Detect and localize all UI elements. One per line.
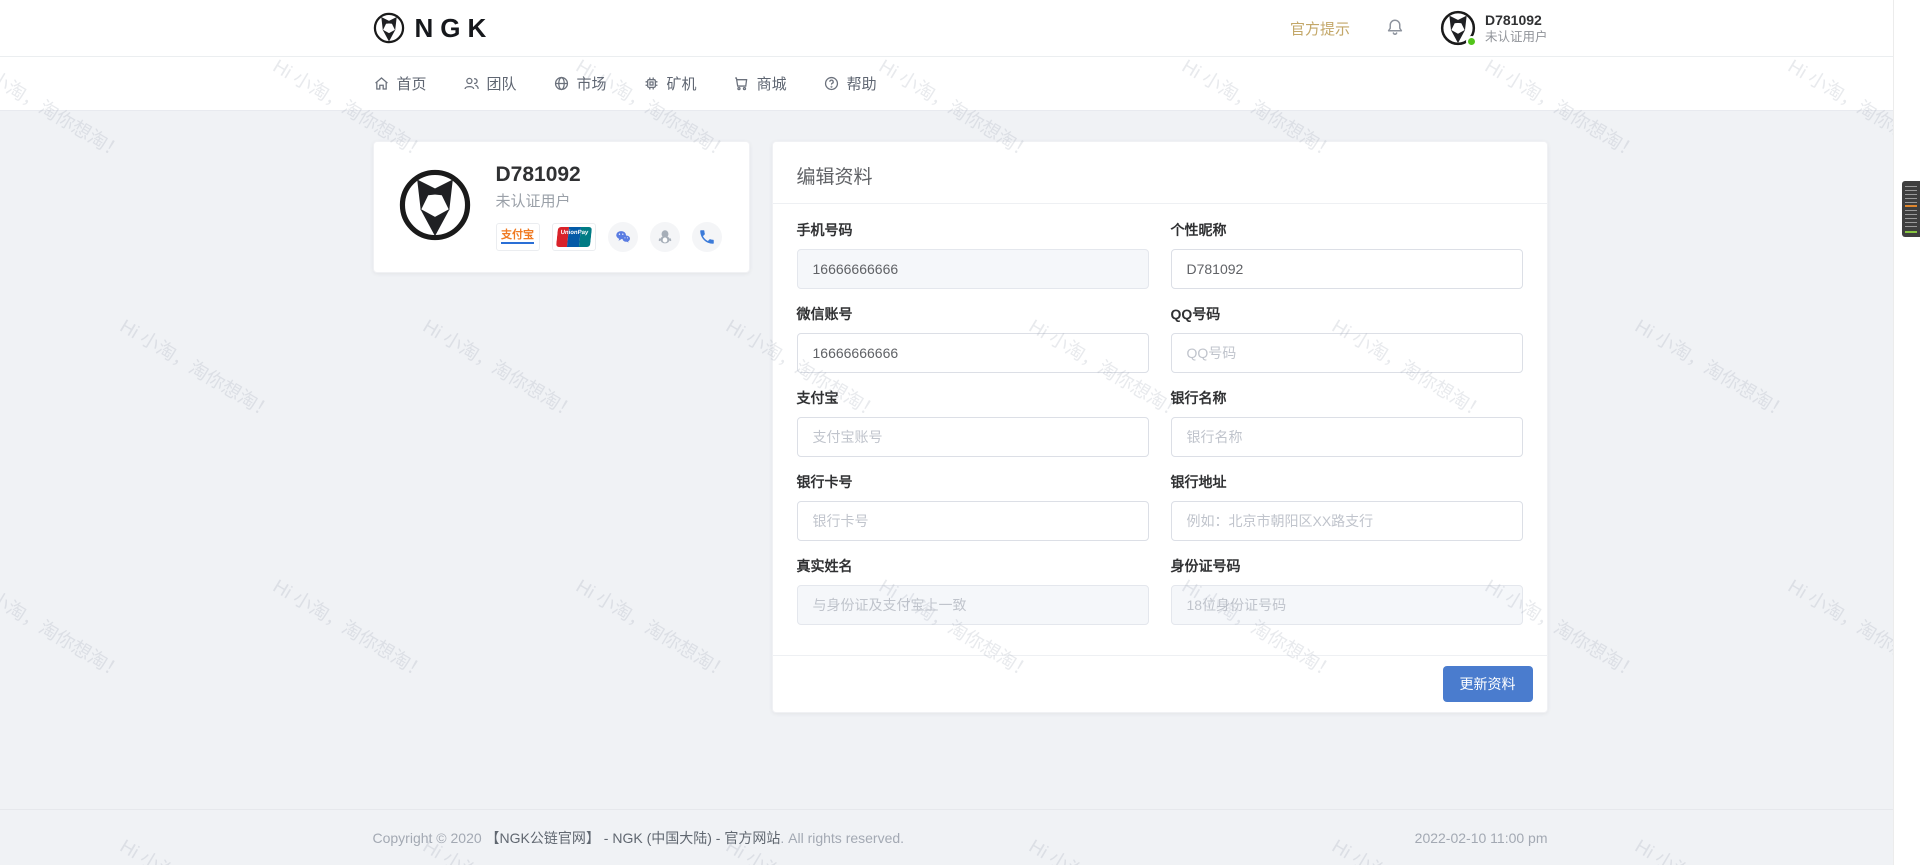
wechat-input[interactable] [796,333,1149,373]
footer-brand-link[interactable]: 【NGK公链官网】 [486,830,600,846]
minimap-lines [1905,186,1917,228]
bell-icon[interactable] [1384,17,1406,39]
wechat-icon [607,221,638,252]
field-label-bank-card: 银行卡号 [796,474,853,490]
qq-input[interactable] [1170,333,1523,373]
alipay-icon: 支付宝 [495,222,540,251]
nav-label: 矿机 [666,76,697,93]
profile-name: D781092 [495,162,581,186]
field-label-bank-name: 银行名称 [1170,390,1227,406]
online-status-dot [1465,36,1477,47]
field-label-wechat: 微信账号 [796,306,853,322]
bank-address-input[interactable] [1170,501,1523,541]
unionpay-icon: UnionPay [551,222,596,251]
field-label-qq: QQ号码 [1170,306,1221,322]
avatar [1440,10,1477,47]
official-tip-link[interactable]: 官方提示 [1290,18,1350,39]
field-bank-name: 银行名称 [1170,388,1523,457]
nickname-input[interactable] [1170,249,1523,289]
user-status: 未认证用户 [1484,29,1548,44]
copyright-text: Copyright © 2020 【NGK公链官网】 - NGK (中国大陆) … [373,828,905,848]
real-name-input [796,585,1149,625]
field-label-id-number: 身份证号码 [1170,558,1241,574]
minimap-highlight-green [1905,231,1917,233]
field-bank-address: 银行地址 [1170,472,1523,541]
field-label-bank-address: 银行地址 [1170,474,1227,490]
bank-card-input[interactable] [796,501,1149,541]
top-header: NGK 官方提示 D781092 未认证用户 [0,0,1920,57]
field-nickname: 个性昵称 [1170,220,1523,289]
edit-profile-card: 编辑资料 手机号码 个性昵称 微信账号 [771,141,1548,713]
field-label-nickname: 个性昵称 [1170,222,1227,238]
copyright-prefix: Copyright © 2020 [372,829,486,846]
user-name: D781092 [1484,11,1542,28]
bank-name-input[interactable] [1170,417,1523,457]
help-icon [824,76,838,91]
nav-label: 商城 [756,76,787,93]
field-wechat: 微信账号 [796,304,1149,373]
nav-item-market[interactable]: 市场 [553,73,607,94]
nav-item-team[interactable]: 团队 [463,73,517,94]
scrollbar-track[interactable] [1893,0,1920,865]
field-id-number: 身份证号码 [1170,556,1523,625]
field-alipay: 支付宝 [796,388,1149,457]
field-real-name: 真实姓名 [796,556,1149,625]
field-label-alipay: 支付宝 [796,390,839,406]
update-profile-button[interactable]: 更新资料 [1442,666,1533,702]
phone-icon [691,221,722,252]
minimap-highlight-orange [1905,205,1917,207]
ngk-logo-icon [373,12,404,44]
nav-label: 首页 [396,76,427,93]
nav-item-mall[interactable]: 商城 [733,73,787,94]
field-label-real-name: 真实姓名 [796,558,853,574]
footer-separator: - [599,829,613,846]
market-icon [554,76,568,91]
nav-item-help[interactable]: 帮助 [823,73,877,94]
qq-icon [649,221,680,252]
nav-label: 团队 [486,76,517,93]
phone-input [796,249,1149,289]
home-icon [374,77,388,90]
mall-icon [734,77,747,91]
nav-label: 市场 [576,76,607,93]
footer-site-link[interactable]: NGK (中国大陆) - 官方网站 [612,830,780,846]
nav-item-home[interactable]: 首页 [373,73,427,94]
copyright-suffix: . All rights reserved. [780,829,905,846]
brand-logo[interactable]: NGK [373,12,494,44]
field-label-phone: 手机号码 [796,222,853,238]
nav-label: 帮助 [846,76,877,93]
profile-avatar [398,168,472,247]
field-qq: QQ号码 [1170,304,1523,373]
nav-item-miner[interactable]: 矿机 [643,73,697,94]
footer-datetime: 2022-02-10 11:00 pm [1414,829,1548,846]
brand-name: NGK [414,12,494,43]
alipay-input[interactable] [796,417,1149,457]
profile-status: 未认证用户 [495,192,571,210]
page-minimap[interactable] [1902,181,1920,237]
page-footer: Copyright © 2020 【NGK公链官网】 - NGK (中国大陆) … [0,809,1920,865]
field-bank-card: 银行卡号 [796,472,1149,541]
miner-icon [645,77,657,90]
id-number-input [1170,585,1523,625]
field-phone: 手机号码 [796,220,1149,289]
main-nav: 首页 团队 市场 矿机 商城 帮助 [0,57,1920,111]
profile-summary-card: D781092 未认证用户 支付宝 UnionPay [372,141,750,273]
user-menu[interactable]: D781092 未认证用户 [1440,10,1548,47]
form-title: 编辑资料 [796,167,873,188]
team-icon [464,77,479,90]
